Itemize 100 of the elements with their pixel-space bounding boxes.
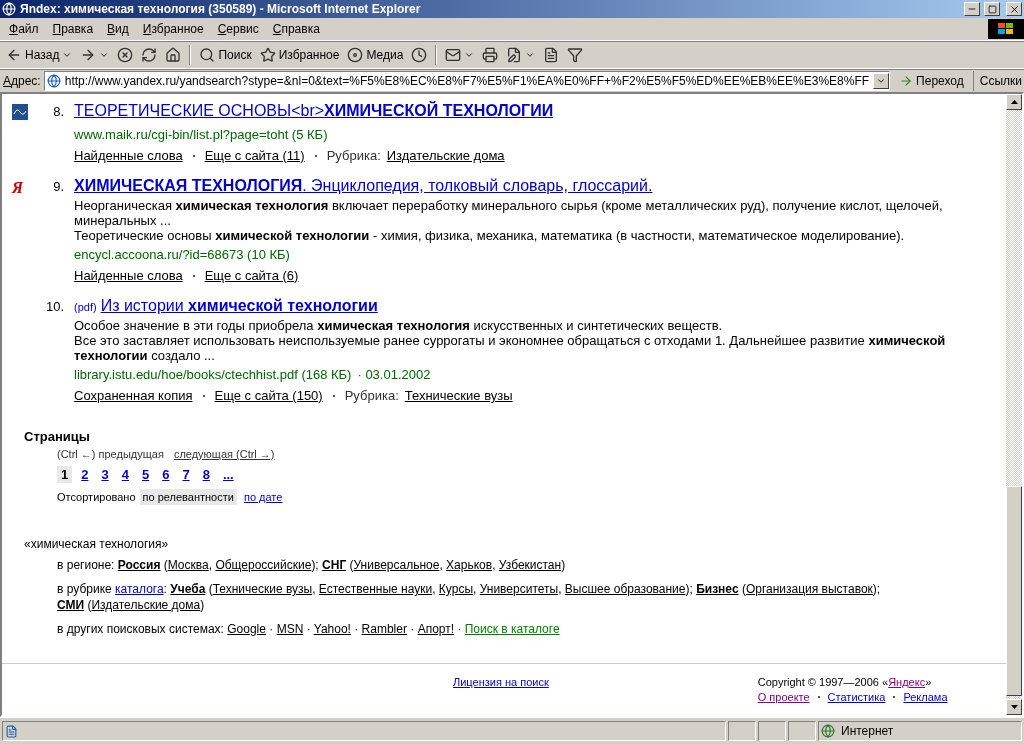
edit-icon [506,47,523,63]
related-text: · [409,622,416,636]
license-link[interactable]: Лицензия на поиск [453,676,549,703]
funnel-icon [567,47,584,63]
scrollbar-thumb[interactable] [1006,486,1022,696]
related-link[interactable]: Yahoo! [313,622,351,636]
caret-icon [876,76,887,86]
related-text: в рубрике [57,582,113,596]
related-link[interactable]: Общероссийские [215,558,312,572]
dropdown-button[interactable] [873,73,890,89]
footer-link[interactable]: Реклама [903,691,948,703]
maximize-button[interactable] [984,2,1000,16]
related-text: , [432,582,437,596]
page-link[interactable]: 2 [77,466,93,483]
address-field[interactable]: http://www.yandex.ru/yandsearch?stype=&nl=0&text=%F5%E8%EC%E8%F7%E5%F1%EA%E0%FF+%F2%E5%F5%ED%EE%EB%EE%E3%E8%FF [43,71,891,91]
page-link[interactable]: 7 [178,466,194,483]
vertical-scrollbar[interactable] [1006,94,1022,715]
page-link[interactable]: 4 [117,466,133,483]
page-link[interactable]: ... [218,466,238,483]
result-title-link[interactable]: Из истории химической технологии [100,297,378,315]
links-button[interactable]: Ссылки [972,71,1024,91]
toolbar-button[interactable]: Поиск [196,44,255,66]
result-date: · 03.01.2002 [357,367,431,382]
result-title-link[interactable]: ХИМИЧЕСКАЯ ТЕХНОЛОГИЯ. Энциклопедия, толковый словарь, глоссарий. [74,177,653,195]
page-link[interactable]: 5 [137,466,154,483]
caret-icon [62,50,73,60]
result-link[interactable]: Издательские дома [386,148,505,163]
page-link[interactable]: 6 [158,466,174,483]
related-link[interactable]: Курсы [438,582,473,596]
menu-item[interactable]: Вид [100,20,136,38]
result-url: encycl.accoona.ru/?id=68673 (10 КБ) [74,247,290,262]
menu-item[interactable]: Файл [2,20,46,38]
result-link[interactable]: Еще с сайта (11) [204,148,305,163]
related-link[interactable]: каталога [115,582,164,596]
related-link[interactable]: Россия [117,558,161,572]
result-link[interactable]: Еще с сайта (6) [204,268,299,283]
related-link[interactable]: Поиск в каталоге [464,622,560,636]
related-text: ( [207,582,213,596]
related-text: · [305,622,312,636]
result-link[interactable]: Технические вузы [404,388,513,403]
menu-item[interactable]: Сервис [210,20,266,38]
result-number: 8. [52,103,64,121]
result-link[interactable]: Найденные слова [74,268,183,283]
go-button[interactable]: Переход [893,74,970,88]
related-link[interactable]: СМИ [57,598,85,612]
related-text: ( [740,582,746,596]
toolbar-button[interactable]: Назад [3,44,76,66]
result-link[interactable]: Сохраненная копия [74,388,193,403]
menu-item[interactable]: Справка [265,20,327,38]
yandex-link[interactable]: Яндекс [888,676,926,688]
related-link[interactable]: MSN [276,622,304,636]
menu-item[interactable]: Избранное [135,20,211,38]
browser-globe-icon [2,2,16,16]
page-link[interactable]: 1 [57,466,73,483]
sort-option[interactable]: по релевантности [139,489,237,505]
sort-option[interactable]: по дате [240,489,286,505]
minimize-button[interactable] [964,2,980,16]
close-button[interactable] [1006,2,1022,16]
related-text: , [439,558,444,572]
toolbar-button[interactable]: Избранное [256,44,343,66]
related-link[interactable]: Организация выставок [745,582,873,596]
related-text: , [312,582,317,596]
related-text: ); [311,558,320,572]
related-text: , [473,582,478,596]
next-page-link[interactable]: следующая (Ctrl →) [173,448,275,460]
related-text: ( [348,558,354,572]
menu-item[interactable]: Правка [45,20,101,38]
status-pane [788,721,816,741]
result-link[interactable]: Найденные слова [74,148,183,163]
scroll-up-button[interactable] [1006,94,1022,110]
footer-link[interactable]: О проекте [757,691,810,703]
related-link[interactable]: Издательские дома [91,598,201,612]
related-query: «химическая технология» [24,537,169,551]
scroll-down-button[interactable] [1006,699,1022,715]
copyright-text: » [925,676,932,688]
related-link[interactable]: СНГ [322,558,347,572]
home-icon [165,47,182,63]
windows-flag-logo [988,19,1024,39]
related-link[interactable]: Google [227,622,266,636]
page-link[interactable]: 3 [97,466,113,483]
related-text: ( [86,598,92,612]
related-link[interactable]: Узбекистан [498,558,562,572]
window-title: Яndex: химическая технология (350589) - Microsoft Internet Explorer [20,2,422,16]
related-link[interactable]: Бизнес [696,582,739,596]
page-icon [5,724,18,738]
status-pane [728,721,756,741]
result-url: www.maik.ru/cgi-bin/list.pl?page=toht (5 КБ) [74,127,328,142]
result-title-link[interactable]: ТЕОРЕТИЧЕСКИЕ ОСНОВЫ<br>ХИМИЧЕСКОЙ ТЕХНОЛОГИИ [74,102,554,120]
page-link[interactable]: 8 [198,466,214,483]
result-link[interactable]: Еще с сайта (150) [214,388,323,403]
result-url: library.istu.edu/hoe/books/ctechhist.pdf (168 КБ) [74,367,352,382]
related-text: : [163,582,168,596]
related-link[interactable]: Учеба [170,582,206,596]
related-link[interactable]: Rambler [361,622,407,636]
yandex-logo: Я [12,179,24,196]
footer-link[interactable]: Статистика [827,691,886,703]
result-snippet: Теоретические основы химической технологии - химия, физика, механика, математика (в частности, математическое моделирование). [74,228,906,243]
toolbar-button[interactable]: Медиа [344,44,407,66]
related-link[interactable]: Апорт! [417,622,455,636]
related-link[interactable]: Высшее образование [564,582,686,596]
